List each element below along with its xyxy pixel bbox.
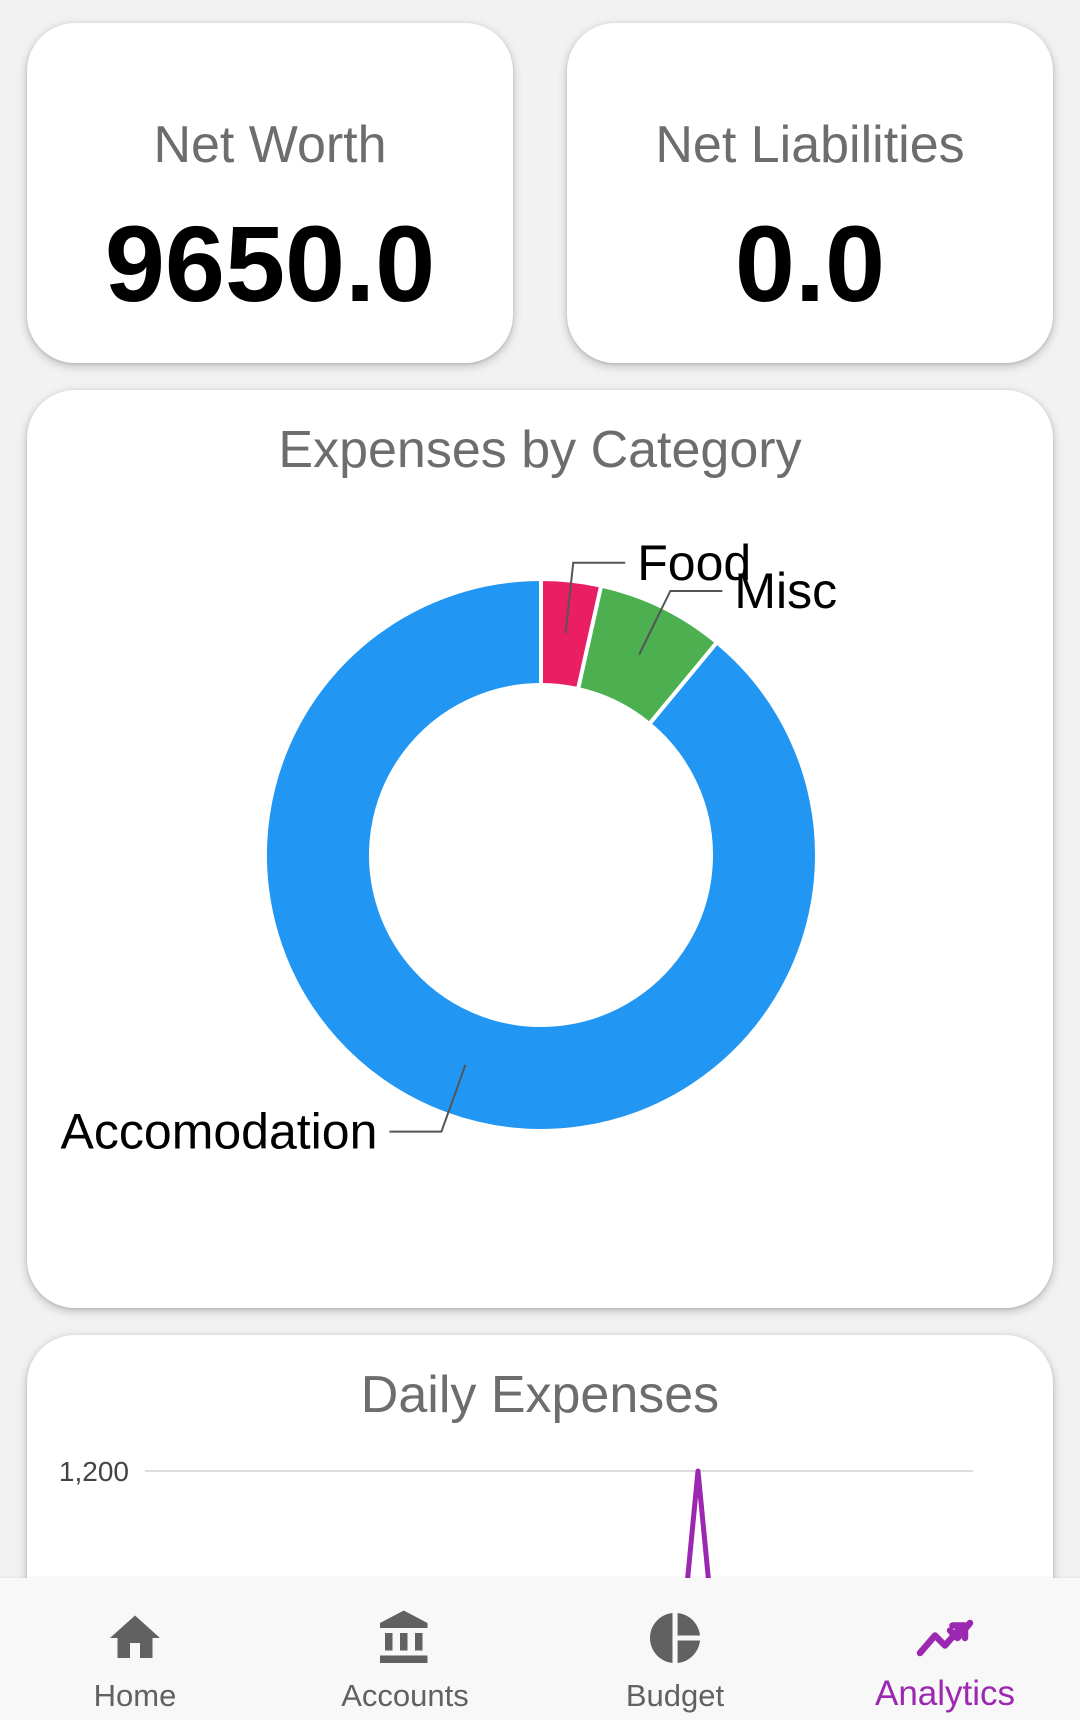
expenses-donut-chart: FoodMiscAccomodation [61, 535, 838, 1160]
nav-label-accounts: Accounts [341, 1678, 469, 1713]
net-liabilities-label: Net Liabilities [655, 116, 965, 174]
nav-label-analytics: Analytics [874, 1674, 1016, 1713]
nav-label-home: Home [93, 1678, 177, 1713]
nav-item-home[interactable]: Home [0, 1578, 270, 1720]
donut-label-accomodation: Accomodation [61, 1104, 378, 1160]
donut-label-misc: Misc [734, 563, 837, 619]
nav-item-budget[interactable]: Budget [540, 1578, 810, 1720]
net-liabilities-value: 0.0 [734, 203, 886, 324]
net-worth-card: Net Worth 9650.0 [27, 23, 513, 363]
daily-expenses-series-line [684, 1468, 712, 1586]
net-worth-label: Net Worth [153, 116, 387, 174]
net-worth-value: 9650.0 [104, 203, 436, 324]
net-liabilities-card: Net Liabilities 0.0 [567, 23, 1053, 363]
y-tick-label: 1,200 [59, 1456, 129, 1487]
nav-item-analytics[interactable]: Analytics [810, 1578, 1080, 1720]
analytics-screen: Net Worth 9650.0 Net Liabilities 0.0 Exp… [0, 0, 1080, 1720]
expenses-by-category-card: Expenses by Category Food Misc Accomodatio… [27, 390, 1053, 1308]
home-icon [110, 1615, 160, 1658]
nav-item-accounts[interactable]: Accounts [270, 1578, 540, 1720]
nav-label-budget: Budget [625, 1678, 725, 1713]
trending-up-icon [916, 1619, 974, 1657]
pie-chart-icon [650, 1613, 700, 1663]
bottom-navigation: Home Accounts Budget Analytics [0, 1578, 1080, 1720]
donut-slice-accomodation [263, 576, 819, 1133]
bank-icon [380, 1610, 428, 1663]
